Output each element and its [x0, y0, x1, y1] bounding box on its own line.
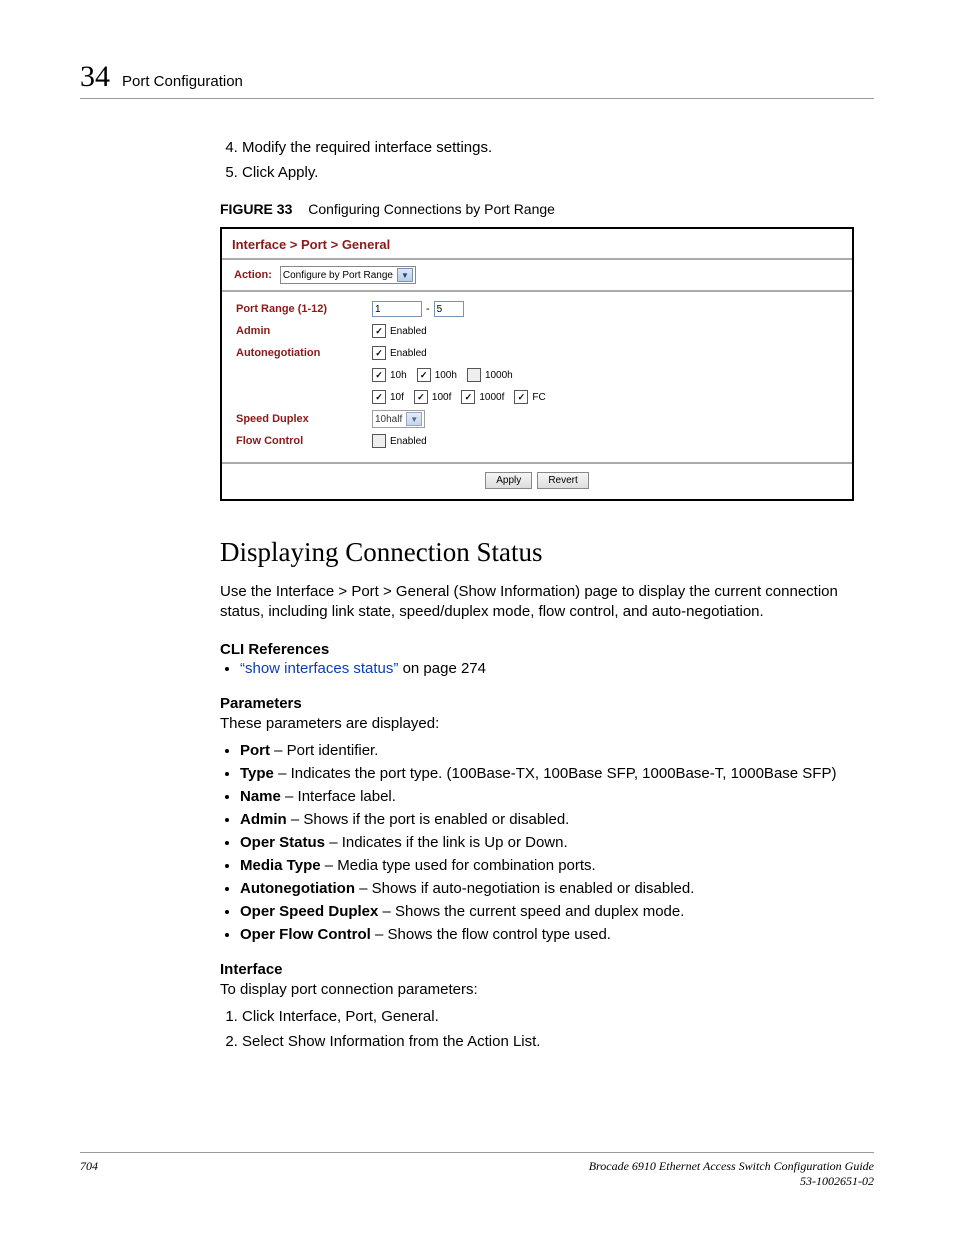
footer-doc-number: 53-1002651-02 [800, 1174, 874, 1188]
chapter-number: 34 [80, 60, 110, 94]
flow-control-label: Flow Control [236, 435, 372, 447]
cap-fc-checkbox[interactable] [514, 390, 528, 404]
action-select-value: Configure by Port Range [283, 270, 393, 281]
chevron-down-icon: ▼ [406, 412, 422, 426]
cap-1000f-label: 1000f [479, 392, 504, 403]
page-footer: 704 Brocade 6910 Ethernet Access Switch … [80, 1152, 874, 1189]
cli-references-heading: CLI References [220, 641, 854, 658]
interface-intro: To display port connection parameters: [220, 980, 854, 1000]
speed-duplex-select[interactable]: 10half ▼ [372, 410, 425, 428]
admin-label: Admin [236, 325, 372, 337]
parameter-item: Autonegotiation – Shows if auto-negotiat… [240, 880, 854, 897]
page-header: 34 Port Configuration [80, 60, 874, 99]
section-intro: Use the Interface > Port > General (Show… [220, 582, 854, 623]
cap-10f-checkbox[interactable] [372, 390, 386, 404]
autoneg-label: Autonegotiation [236, 347, 372, 359]
step-item: Modify the required interface settings. [242, 139, 854, 156]
port-range-to-input[interactable] [434, 301, 464, 317]
parameters-list: Port – Port identifier. Type – Indicates… [220, 742, 854, 943]
cap-1000h-label: 1000h [485, 370, 513, 381]
cap-10h-checkbox[interactable] [372, 368, 386, 382]
flow-control-checkbox[interactable] [372, 434, 386, 448]
action-label: Action: [234, 269, 272, 281]
steps-list-top: Modify the required interface settings. … [220, 139, 854, 181]
cap-100h-checkbox[interactable] [417, 368, 431, 382]
parameter-item: Type – Indicates the port type. (100Base… [240, 765, 854, 782]
speed-duplex-label: Speed Duplex [236, 413, 372, 425]
parameters-heading: Parameters [220, 695, 854, 712]
step-item: Select Show Information from the Action … [242, 1033, 854, 1050]
cap-100f-label: 100f [432, 392, 451, 403]
parameter-item: Media Type – Media type used for combina… [240, 857, 854, 874]
breadcrumb: Interface > Port > General [222, 229, 852, 258]
step-item: Click Apply. [242, 164, 854, 181]
interface-steps: Click Interface, Port, General. Select S… [220, 1008, 854, 1050]
page-number: 704 [80, 1159, 98, 1174]
cap-100f-checkbox[interactable] [414, 390, 428, 404]
action-row: Action: Configure by Port Range ▼ [222, 260, 852, 290]
parameter-item: Oper Status – Indicates if the link is U… [240, 834, 854, 851]
action-select[interactable]: Configure by Port Range ▼ [280, 266, 416, 284]
section-title: Displaying Connection Status [220, 537, 854, 568]
figure-caption-text: Configuring Connections by Port Range [308, 201, 555, 217]
speed-duplex-value: 10half [375, 414, 402, 425]
parameter-item: Port – Port identifier. [240, 742, 854, 759]
cap-fc-label: FC [532, 392, 545, 403]
cap-10h-label: 10h [390, 370, 407, 381]
admin-checkbox[interactable] [372, 324, 386, 338]
cli-reference-tail: on page 274 [398, 660, 486, 677]
chapter-title: Port Configuration [122, 73, 243, 90]
parameter-item: Oper Flow Control – Shows the flow contr… [240, 926, 854, 943]
autoneg-checkbox[interactable] [372, 346, 386, 360]
cli-reference-link[interactable]: “show interfaces status” [240, 660, 398, 677]
cap-1000f-checkbox[interactable] [461, 390, 475, 404]
figure-label: FIGURE 33 [220, 201, 292, 217]
figure-caption: FIGURE 33 Configuring Connections by Por… [220, 201, 854, 217]
admin-checkbox-label: Enabled [390, 326, 427, 337]
chevron-down-icon: ▼ [397, 268, 413, 282]
footer-book-title: Brocade 6910 Ethernet Access Switch Conf… [589, 1159, 874, 1173]
interface-heading: Interface [220, 961, 854, 978]
revert-button[interactable]: Revert [537, 472, 588, 489]
port-range-from-input[interactable] [372, 301, 422, 317]
cap-1000h-checkbox[interactable] [467, 368, 481, 382]
step-item: Click Interface, Port, General. [242, 1008, 854, 1025]
autoneg-checkbox-label: Enabled [390, 348, 427, 359]
parameter-item: Admin – Shows if the port is enabled or … [240, 811, 854, 828]
range-dash: - [426, 303, 430, 315]
config-screenshot: Interface > Port > General Action: Confi… [220, 227, 854, 501]
port-range-label: Port Range (1-12) [236, 303, 372, 315]
parameters-intro: These parameters are displayed: [220, 714, 854, 734]
cap-10f-label: 10f [390, 392, 404, 403]
parameter-item: Name – Interface label. [240, 788, 854, 805]
cap-100h-label: 100h [435, 370, 457, 381]
apply-button[interactable]: Apply [485, 472, 532, 489]
parameter-item: Oper Speed Duplex – Shows the current sp… [240, 903, 854, 920]
cli-reference-item: “show interfaces status” on page 274 [240, 660, 854, 677]
flow-control-checkbox-label: Enabled [390, 436, 427, 447]
